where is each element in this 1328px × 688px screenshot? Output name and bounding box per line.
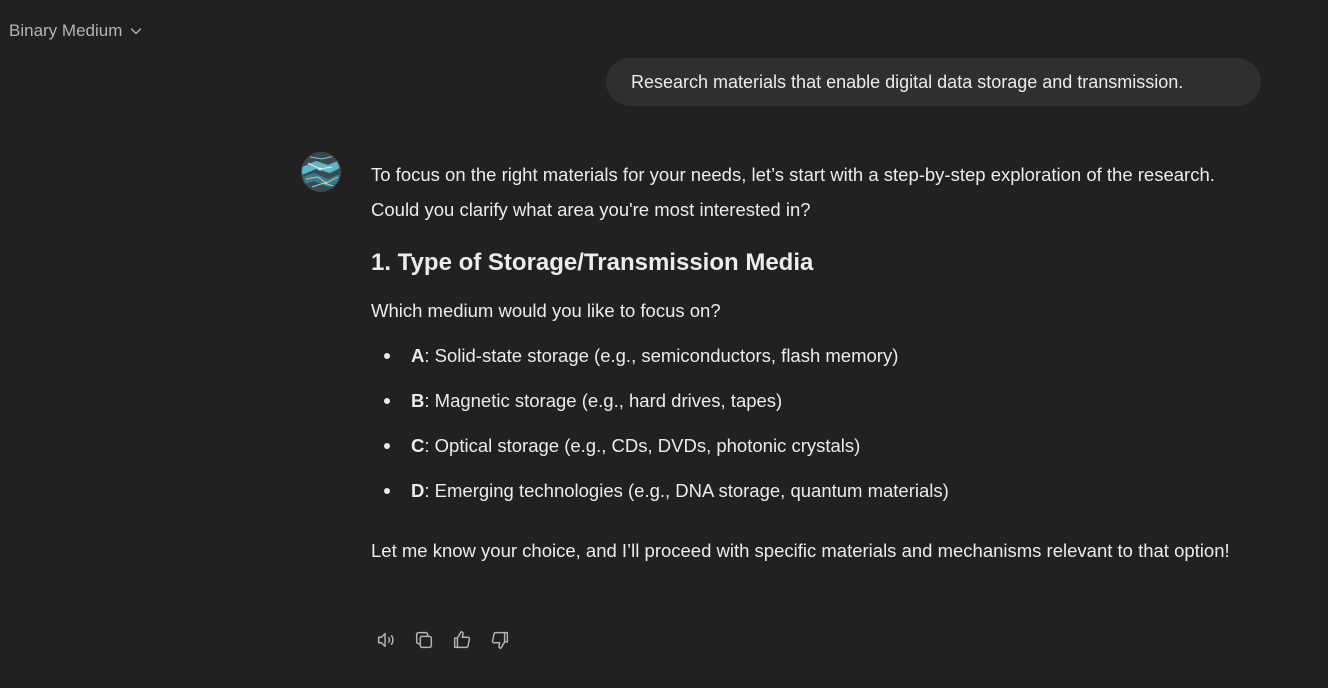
- message-actions: [371, 626, 515, 654]
- assistant-avatar: [301, 152, 341, 192]
- model-selector[interactable]: Binary Medium: [0, 14, 153, 48]
- thumbs-down-button[interactable]: [485, 626, 515, 654]
- list-item: C: Optical storage (e.g., CDs, DVDs, pho…: [371, 428, 1251, 473]
- read-aloud-icon: [377, 632, 394, 648]
- option-text: : Magnetic storage (e.g., hard drives, t…: [424, 390, 783, 411]
- thumbs-down-icon: [491, 631, 509, 649]
- circuit-avatar-icon: [302, 153, 340, 191]
- option-letter: D: [411, 480, 425, 501]
- assistant-question: Which medium would you like to focus on?: [371, 300, 721, 321]
- user-message-bubble: Research materials that enable digital d…: [606, 58, 1261, 106]
- copy-icon: [415, 631, 433, 649]
- option-text: : Solid-state storage (e.g., semiconduct…: [424, 345, 899, 366]
- option-letter: B: [411, 390, 425, 411]
- read-aloud-button[interactable]: [371, 626, 401, 654]
- option-text: : Emerging technologies (e.g., DNA stora…: [424, 480, 949, 501]
- assistant-message: To focus on the right materials for your…: [371, 157, 1251, 568]
- option-letter: C: [411, 435, 425, 456]
- list-item: B: Magnetic storage (e.g., hard drives, …: [371, 383, 1251, 428]
- model-name: Binary Medium: [9, 21, 123, 40]
- assistant-intro: To focus on the right materials for your…: [371, 164, 1215, 220]
- copy-button[interactable]: [409, 626, 439, 654]
- option-letter: A: [411, 345, 425, 366]
- list-item: D: Emerging technologies (e.g., DNA stor…: [371, 473, 1251, 518]
- options-list: A: Solid-state storage (e.g., semiconduc…: [371, 338, 1251, 518]
- assistant-closing: Let me know your choice, and I’ll procee…: [371, 540, 1230, 561]
- chevron-down-icon: [131, 28, 142, 35]
- list-item: A: Solid-state storage (e.g., semiconduc…: [371, 338, 1251, 383]
- thumbs-up-button[interactable]: [447, 626, 477, 654]
- assistant-heading: 1. Type of Storage/Transmission Media: [371, 249, 814, 276]
- option-text: : Optical storage (e.g., CDs, DVDs, phot…: [424, 435, 861, 456]
- user-message-text: Research materials that enable digital d…: [631, 71, 1184, 92]
- thumbs-up-icon: [453, 631, 471, 649]
